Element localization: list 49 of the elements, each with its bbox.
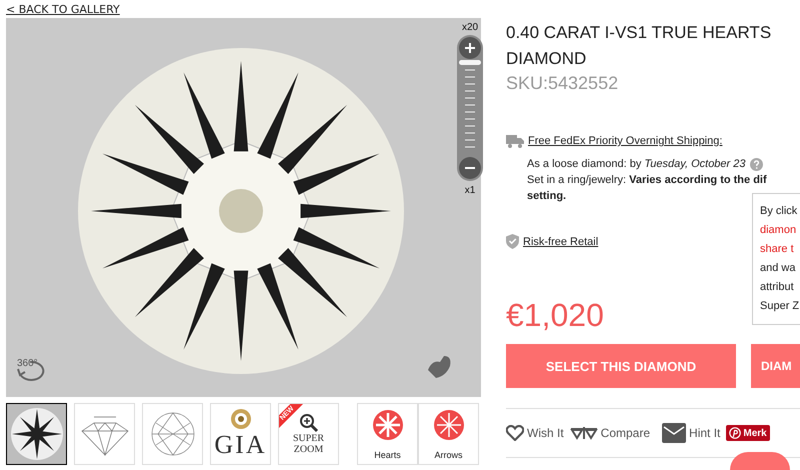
zoom-max-label: x20 [462,22,478,33]
thumbnail[interactable]: Arrows [418,403,479,465]
slider-thumb[interactable] [459,60,481,65]
popup-text: attribut [760,280,794,295]
pin-icon [729,427,742,439]
delivery-text: Set in a ring/jewelry: Varies according to the dif [527,173,767,188]
hearts-pattern-icon [372,408,404,440]
compare-button[interactable]: Compare [570,426,650,440]
thumbnail[interactable]: Hearts [357,403,418,465]
zoom-slider[interactable] [457,35,483,181]
delivery-text: As a loose diamond: by Tuesday, October 23 [527,157,746,172]
rotate-360-button[interactable]: 360° [14,352,46,384]
thumbnail-label: Hearts [374,450,401,460]
wish-button[interactable]: Wish It [506,425,564,441]
popup-text: diamon [760,223,796,238]
zoom-in-icon [298,413,318,433]
sku-text: SKU:5432552 [506,73,620,94]
help-icon[interactable] [750,158,762,170]
shield-check-icon [506,234,519,249]
truck-icon [506,134,524,148]
thumbnail-label: Arrows [434,450,462,460]
popup-text: Super Z [760,299,800,314]
diamond-icon [10,407,64,461]
thumbnail-label: SUPER ZOOM [292,433,326,455]
free-shipping-link[interactable]: Free FedEx Priority Overnight Shipping: [528,135,722,147]
compare-icon [570,426,598,440]
thumbnail[interactable]: GIA [210,403,271,465]
pin-button[interactable]: Merk [726,425,770,441]
envelope-icon [662,423,686,443]
zoom-in-button[interactable] [459,37,481,59]
product-title: 0.40 CARAT I-VS1 TRUE HEARTS DIAMOND [506,22,772,70]
seal-icon [230,408,252,430]
arrows-pattern-icon [432,408,464,440]
popup-text: By click [760,204,798,219]
hint-button[interactable]: Hint It [662,423,720,443]
minus-icon [465,166,475,170]
thumbnail[interactable] [6,403,67,465]
price: €1,020 [506,297,604,334]
back-to-gallery-link[interactable]: < BACK TO GALLERY [6,3,120,16]
zoom-out-button[interactable] [459,157,481,179]
risk-free-link[interactable]: Risk-free Retail [523,236,598,248]
popup-text: and wa [760,261,796,276]
zoom-min-label: x1 [464,185,476,196]
heart-icon [506,425,524,441]
popup-text: share t [760,242,794,257]
gia-logo-text: GIA [214,430,267,460]
chat-button[interactable] [730,452,790,470]
delivery-text: setting. [527,189,566,204]
plus-icon [465,43,475,53]
